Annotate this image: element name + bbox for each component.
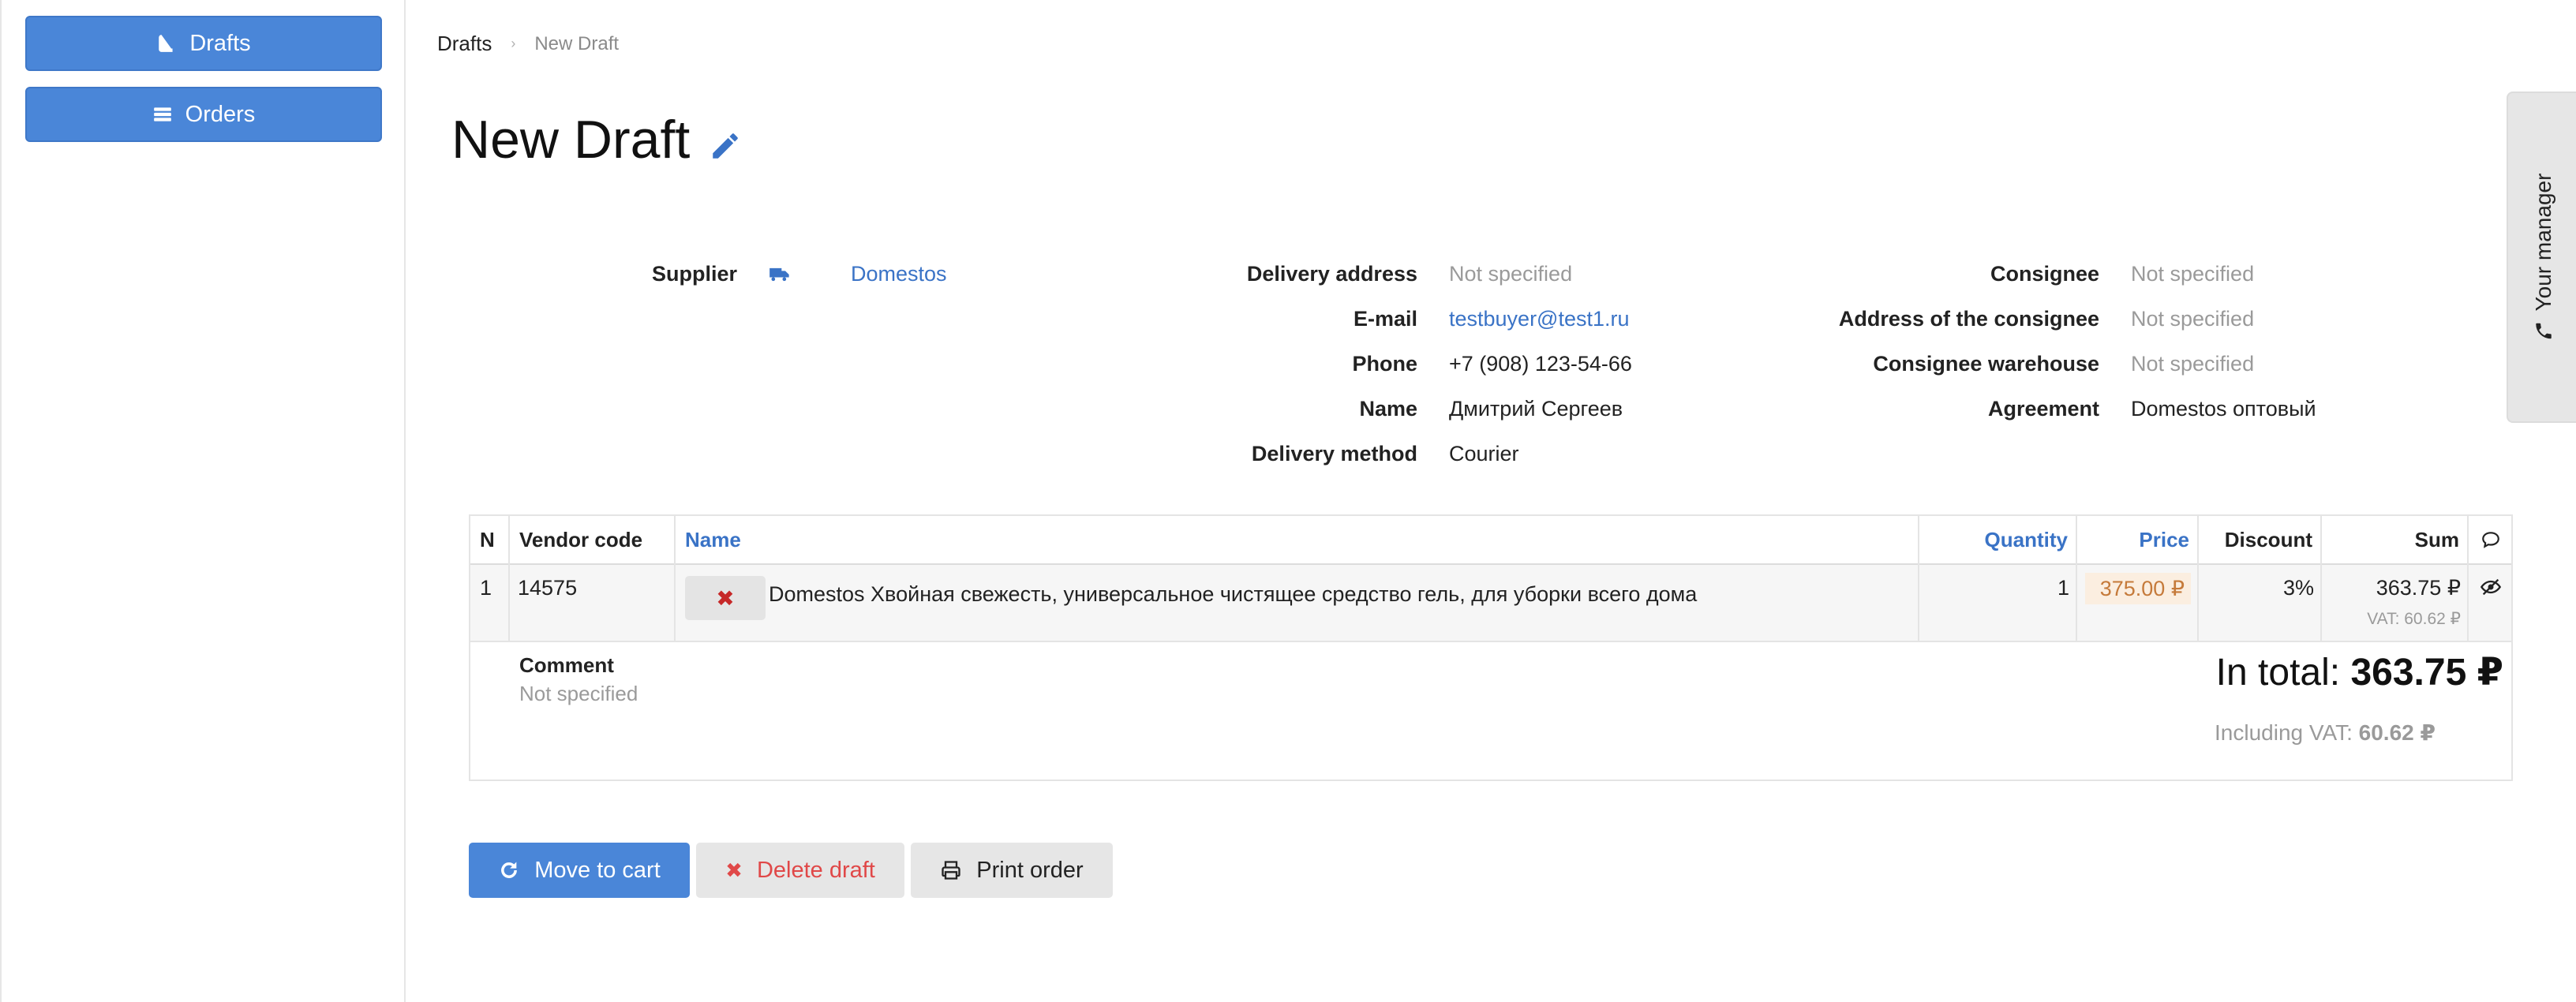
comment-value: Not specified xyxy=(519,682,638,705)
cross-icon: ✖ xyxy=(725,858,743,882)
vat-value: 60.62 ₽ xyxy=(2358,720,2436,745)
column-divider xyxy=(674,516,676,641)
delete-draft-label: Delete draft xyxy=(756,857,875,883)
draft-items-table: N Vendor code Name Quantity Price Discou… xyxy=(469,514,2513,781)
row-price-value: 375.00 ₽ xyxy=(2099,576,2185,600)
consignee-value: Not specified xyxy=(2131,262,2255,286)
comment-label: Comment xyxy=(519,653,614,677)
column-divider xyxy=(2076,516,2077,641)
column-header-quantity[interactable]: Quantity xyxy=(1919,516,2077,563)
consignee-address-value: Not specified xyxy=(2131,307,2255,331)
cross-icon: ✖ xyxy=(716,585,735,611)
draft-info: Supplier Domestos Delivery address Not s… xyxy=(0,0,2576,489)
consignee-label: Consignee xyxy=(1990,262,2099,286)
total-value: 363.75 ₽ xyxy=(2350,652,2503,694)
column-divider xyxy=(508,516,510,641)
column-header-sum: Sum xyxy=(2414,527,2459,551)
row-discount: 3% xyxy=(2282,576,2314,600)
order-total: In total: 363.75 ₽ xyxy=(2216,650,2503,694)
column-divider xyxy=(2197,516,2199,641)
row-vendor-code: 14575 xyxy=(518,576,578,600)
delete-draft-button[interactable]: ✖ Delete draft xyxy=(696,843,904,898)
column-header-comment xyxy=(2469,516,2513,563)
column-header-discount: Discount xyxy=(2224,527,2312,551)
comment-icon xyxy=(2482,532,2499,548)
vat-total: Including VAT: 60.62 ₽ xyxy=(2215,720,2436,746)
truck-icon xyxy=(769,267,789,282)
printer-icon xyxy=(942,861,960,880)
column-header-n: N xyxy=(480,527,495,551)
vat-prefix: Including VAT: xyxy=(2215,720,2353,745)
supplier-link[interactable]: Domestos xyxy=(851,262,947,286)
column-divider xyxy=(1918,516,1919,641)
consignee-warehouse-label: Consignee warehouse xyxy=(1873,352,2099,376)
print-order-button[interactable]: Print order xyxy=(911,843,1113,898)
consignee-address-label: Address of the consignee xyxy=(1838,307,2099,331)
phone-label: Phone xyxy=(1352,352,1417,376)
move-to-cart-label: Move to cart xyxy=(534,857,661,883)
refresh-icon xyxy=(501,862,518,878)
phone-icon xyxy=(2536,323,2552,339)
table-row: 1 14575 ✖ Domestos Хвойная свежесть, уни… xyxy=(470,565,2511,641)
agreement-label: Agreement xyxy=(1987,397,2099,421)
email-label: E-mail xyxy=(1353,307,1417,331)
row-divider xyxy=(470,641,2511,642)
column-header-vendor-code: Vendor code xyxy=(519,527,643,551)
consignee-warehouse-value: Not specified xyxy=(2131,352,2255,376)
row-vat: VAT: 60.62 ₽ xyxy=(2367,610,2461,628)
name-value: Дмитрий Сергеев xyxy=(1449,397,1623,421)
delivery-method-label: Delivery method xyxy=(1251,442,1417,465)
your-manager-tab[interactable]: Your manager xyxy=(2507,92,2576,423)
eye-slash-icon[interactable] xyxy=(2480,576,2502,598)
remove-item-button[interactable]: ✖ xyxy=(685,576,766,620)
email-link[interactable]: testbuyer@test1.ru xyxy=(1449,307,1630,331)
agreement-value: Domestos оптовый xyxy=(2131,397,2316,421)
column-header-price[interactable]: Price xyxy=(2077,516,2199,563)
row-n: 1 xyxy=(480,576,492,600)
phone-value: +7 (908) 123-54-66 xyxy=(1449,352,1632,376)
move-to-cart-button[interactable]: Move to cart xyxy=(469,843,690,898)
your-manager-label: Your manager xyxy=(2531,173,2555,312)
column-divider xyxy=(2320,516,2322,641)
supplier-label: Supplier xyxy=(651,262,737,286)
delivery-method-value: Courier xyxy=(1449,442,1519,465)
print-order-label: Print order xyxy=(976,857,1084,883)
column-divider xyxy=(2467,516,2469,641)
column-header-name[interactable]: Name xyxy=(676,516,751,563)
row-price: 375.00 ₽ xyxy=(2085,573,2191,604)
delivery-address-label: Delivery address xyxy=(1246,262,1417,286)
row-sum: 363.75 ₽ xyxy=(2376,576,2461,600)
name-label: Name xyxy=(1359,397,1417,421)
your-manager-text: Your manager xyxy=(2531,174,2556,342)
delivery-address-value: Not specified xyxy=(1449,262,1573,286)
row-name: Domestos Хвойная свежесть, универсальное… xyxy=(769,582,1698,606)
row-quantity: 1 xyxy=(2057,576,2069,600)
total-prefix: In total: xyxy=(2215,652,2341,694)
